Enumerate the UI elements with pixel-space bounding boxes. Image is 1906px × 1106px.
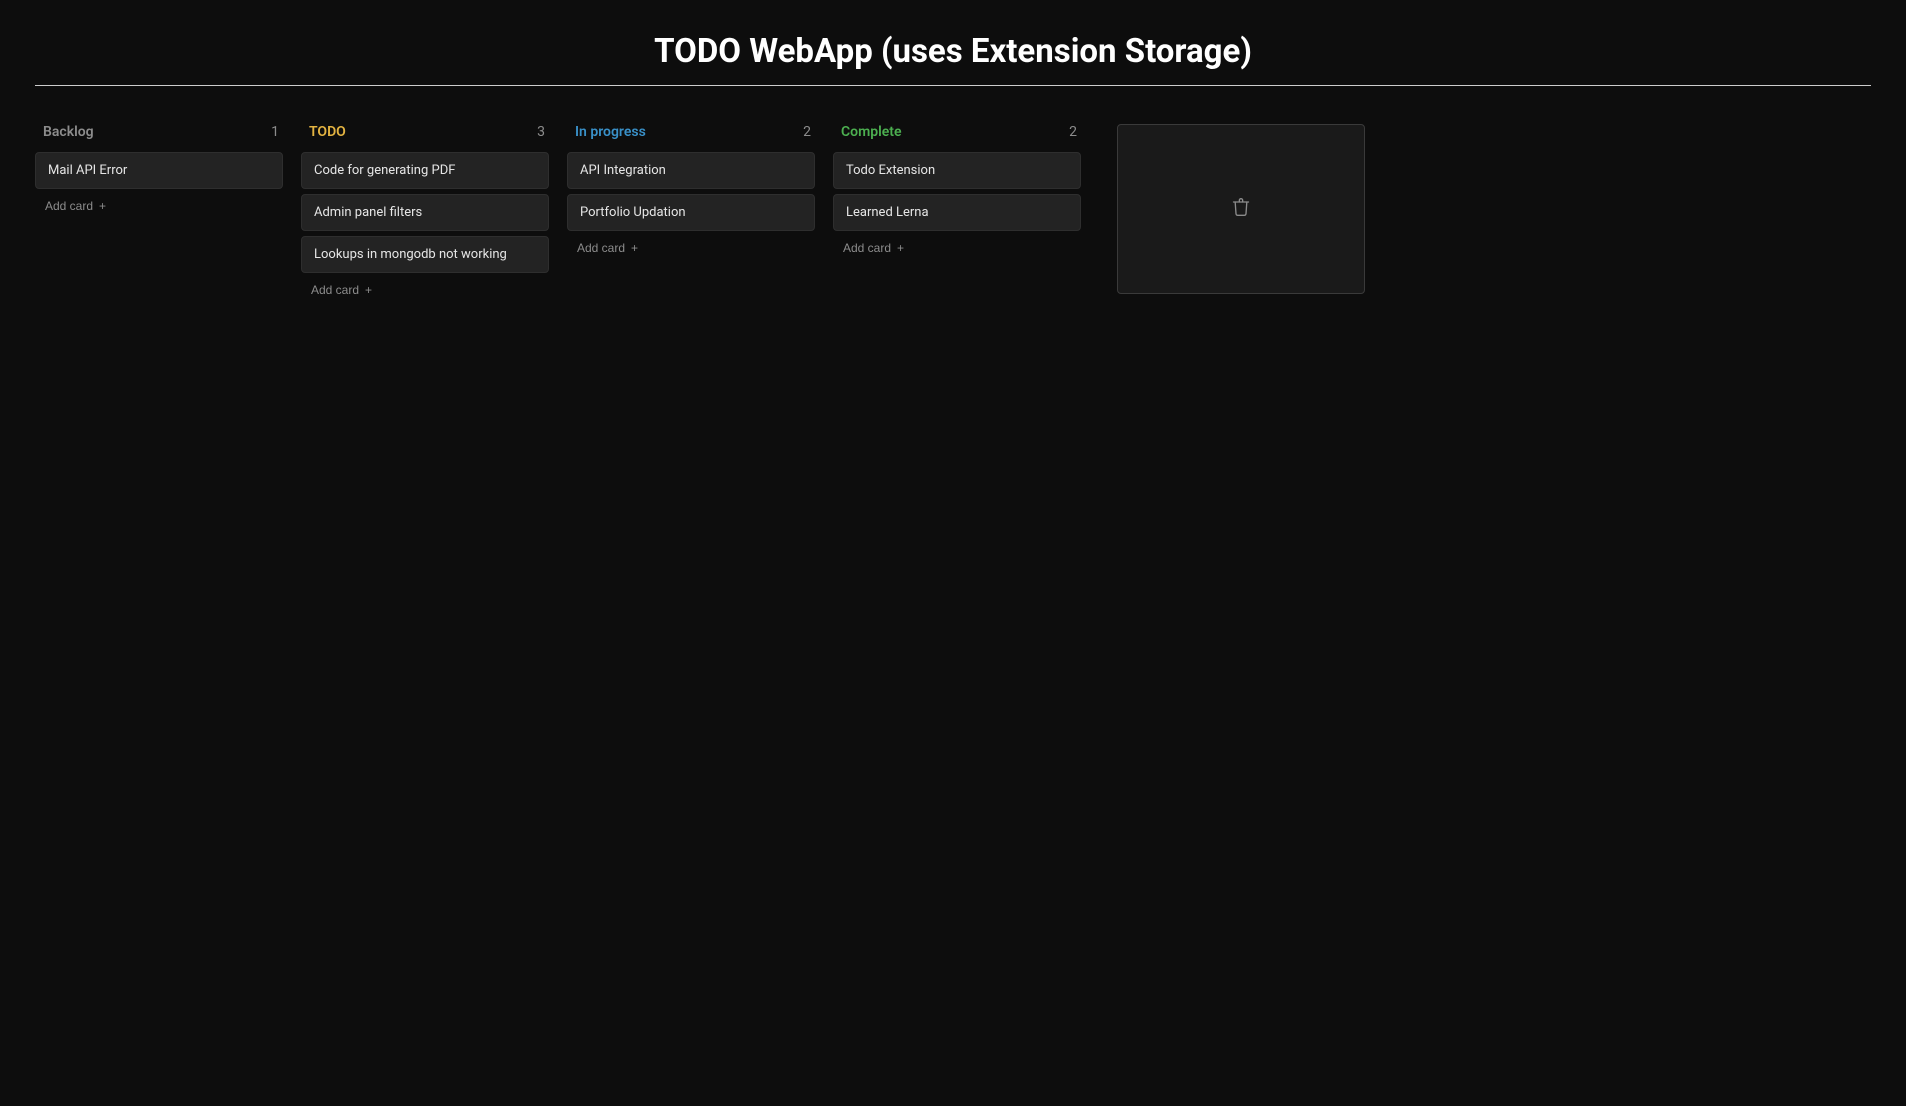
trash-drop-zone[interactable] xyxy=(1117,124,1365,294)
add-card-label: Add card xyxy=(45,199,93,213)
column-title: Backlog xyxy=(43,124,94,140)
column-complete: Complete2Todo ExtensionLearned LernaAdd … xyxy=(833,124,1081,255)
card-list: API Integration Portfolio Updation xyxy=(567,152,815,231)
plus-icon: + xyxy=(897,242,904,254)
column-backlog: Backlog 1 Mail API Error Add card + xyxy=(35,124,283,213)
kanban-board: Backlog 1 Mail API Error Add card + TODO 3 Code… xyxy=(0,86,1906,297)
add-card-label: Add card xyxy=(843,241,891,255)
card[interactable]: Portfolio Updation xyxy=(567,194,815,231)
add-card-button[interactable]: Add card + xyxy=(567,231,815,255)
card[interactable]: Learned Lerna xyxy=(833,194,1081,231)
card[interactable]: Code for generating PDF xyxy=(301,152,549,189)
trash-icon xyxy=(1231,196,1251,222)
add-card-label: Add card xyxy=(577,241,625,255)
card[interactable]: Mail API Error xyxy=(35,152,283,189)
column-in-progress: In progress 2 API Integration Portfolio Upd… xyxy=(567,124,815,255)
column-count: 2 xyxy=(1069,124,1077,140)
column-header: Complete 2 xyxy=(833,124,1081,152)
card-list: Todo Extension Learned Lerna xyxy=(833,152,1081,231)
plus-icon: + xyxy=(365,284,372,296)
column-title: Complete xyxy=(841,124,902,140)
plus-icon: + xyxy=(99,200,106,212)
column-count: 3 xyxy=(537,124,545,140)
column-todo: TODO 3 Code for generating PDF Admin panel … xyxy=(301,124,549,297)
add-card-button[interactable]: Add card + xyxy=(35,189,283,213)
card-list: Mail API Error xyxy=(35,152,283,189)
card[interactable]: Admin panel filters xyxy=(301,194,549,231)
add-card-button[interactable]: Add card + xyxy=(833,231,1081,255)
column-title: TODO xyxy=(309,124,346,140)
column-header: TODO 3 xyxy=(301,124,549,152)
card[interactable]: Lookups in mongodb not working xyxy=(301,236,549,273)
card-list: Code for generating PDF Admin panel filte… xyxy=(301,152,549,273)
card[interactable]: API Integration xyxy=(567,152,815,189)
column-count: 2 xyxy=(803,124,811,140)
card[interactable]: Todo Extension xyxy=(833,152,1081,189)
column-header: Backlog 1 xyxy=(35,124,283,152)
add-card-label: Add card xyxy=(311,283,359,297)
column-title: In progress xyxy=(575,124,646,140)
page-title: TODO WebApp (uses Extension Storage) xyxy=(0,0,1906,85)
add-card-button[interactable]: Add card + xyxy=(301,273,549,297)
column-count: 1 xyxy=(271,124,279,140)
column-header: In progress 2 xyxy=(567,124,815,152)
plus-icon: + xyxy=(631,242,638,254)
